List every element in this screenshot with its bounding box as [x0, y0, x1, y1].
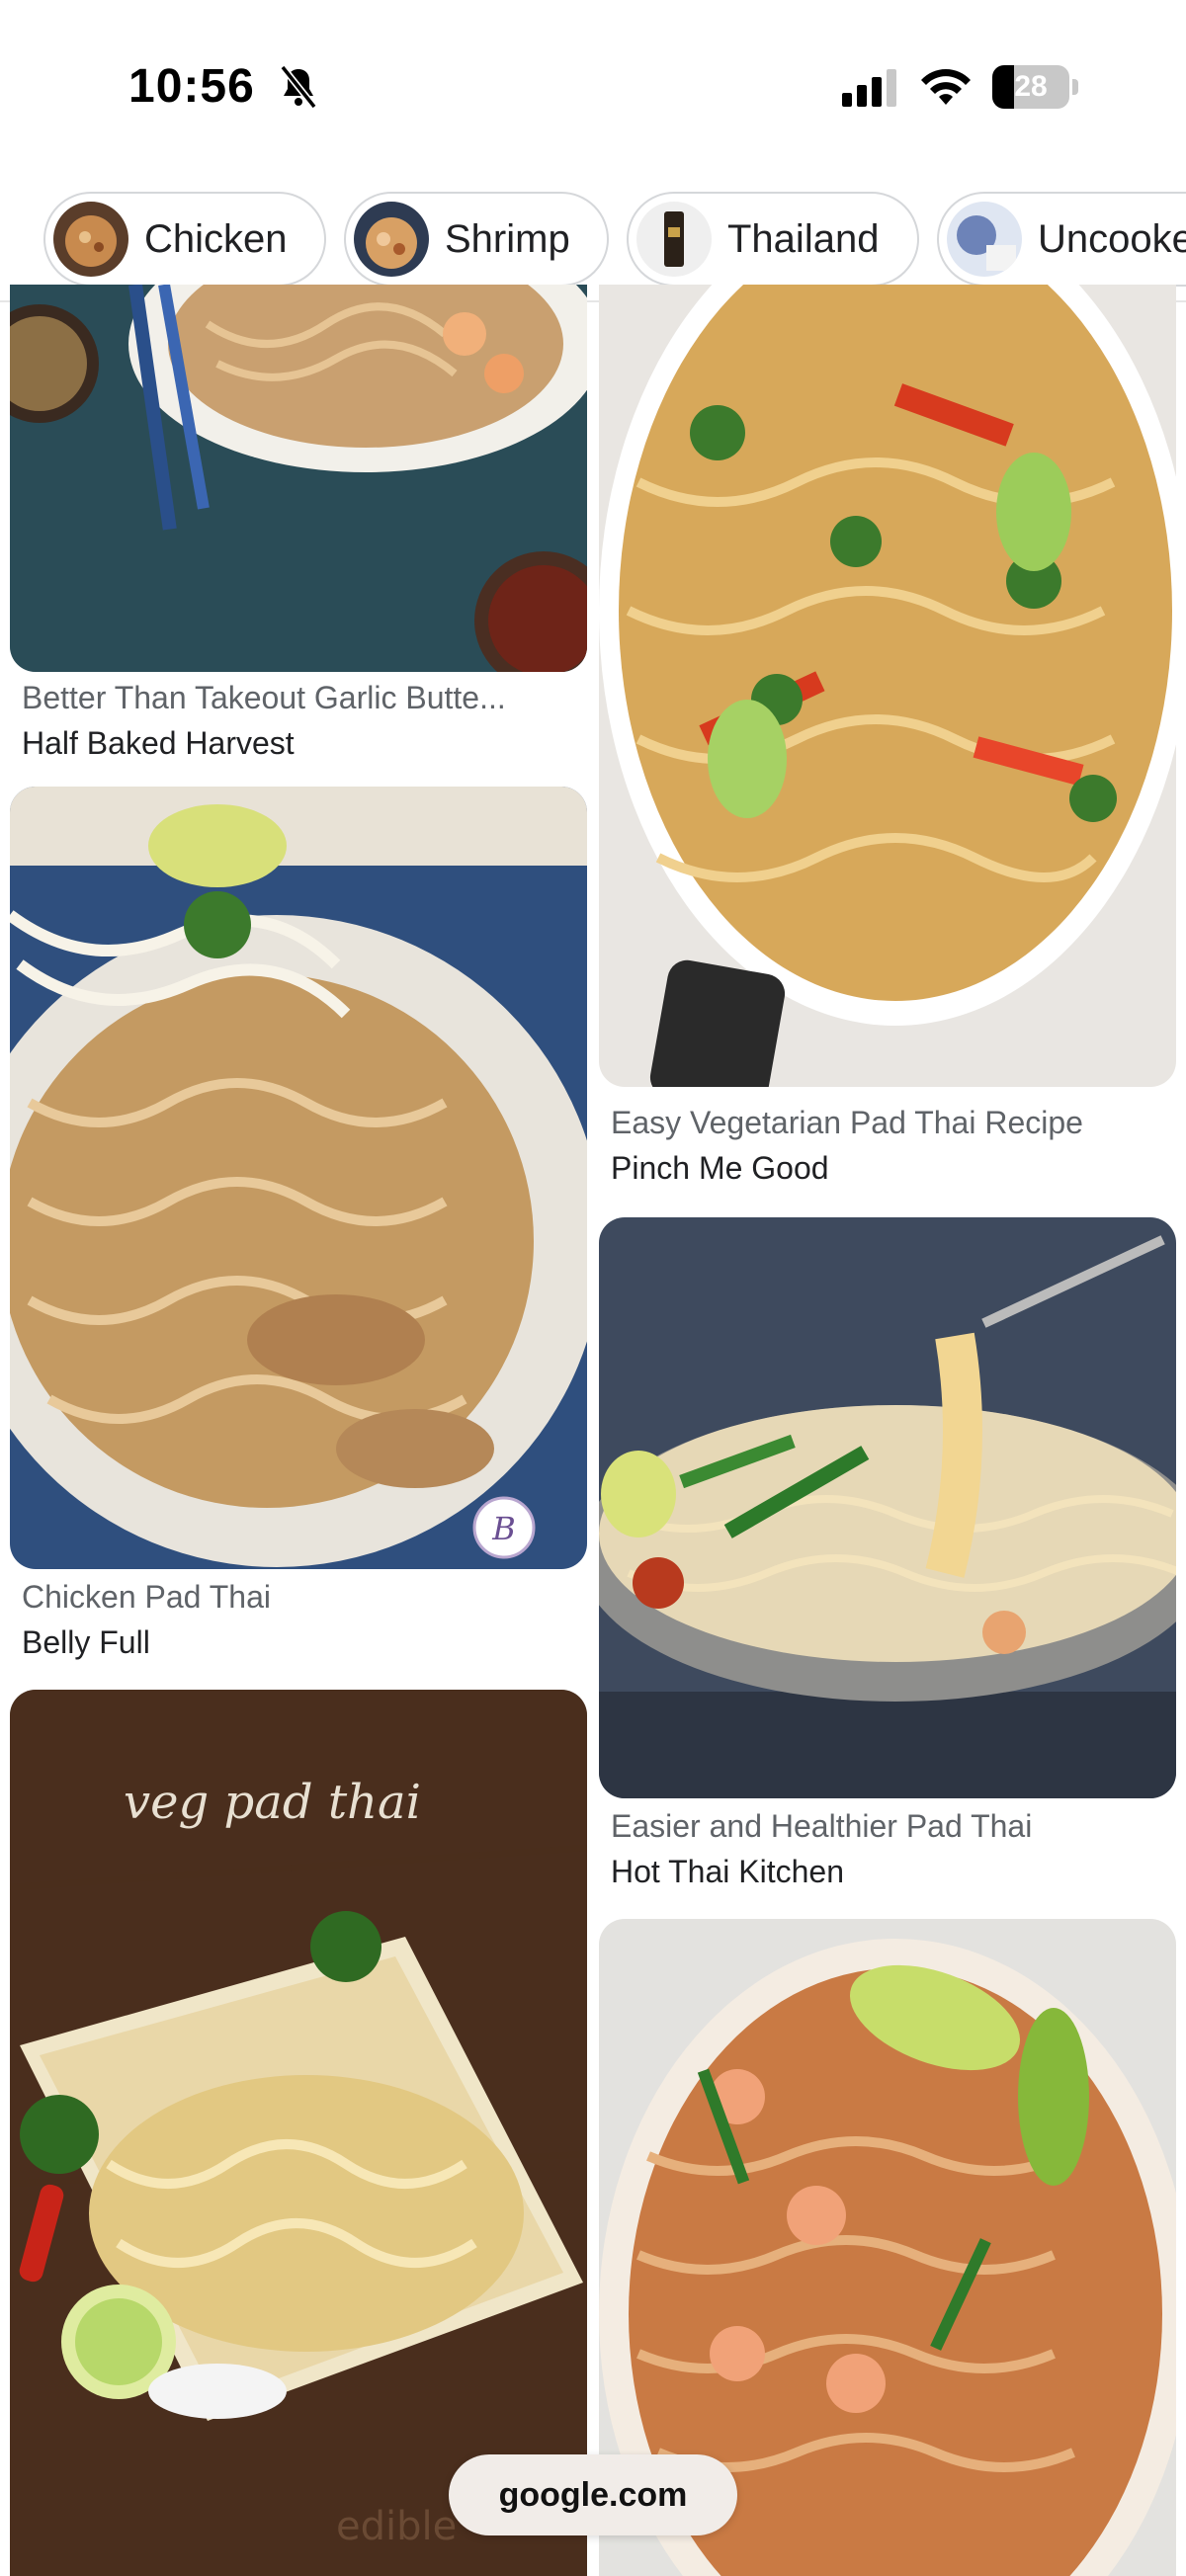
signal-icon — [842, 69, 896, 107]
chip-thumb-image — [354, 202, 429, 277]
result-source[interactable]: Pinch Me Good — [611, 1150, 829, 1187]
result-image[interactable]: B — [10, 787, 587, 1569]
result-card[interactable]: B Chicken Pad Thai Belly Full — [10, 787, 587, 1676]
battery-icon: 28 — [992, 65, 1079, 109]
chip-thumb-image — [53, 202, 128, 277]
result-image[interactable] — [599, 285, 1176, 1087]
watermark-badge: B — [491, 1510, 516, 1547]
status-time: 10:56 — [128, 60, 255, 113]
result-card[interactable]: Easier and Healthier Pad Thai Hot Thai K… — [599, 1217, 1176, 1909]
chip-thailand[interactable]: Thailand — [627, 192, 919, 287]
wifi-icon — [921, 69, 971, 105]
chip-chicken[interactable]: Chicken — [43, 192, 326, 287]
result-card[interactable]: Easy Vegetarian Pad Thai Recipe Pinch Me… — [599, 285, 1176, 1194]
result-image[interactable] — [599, 1217, 1176, 1798]
result-title[interactable]: Easier and Healthier Pad Thai — [611, 1808, 1174, 1845]
result-card[interactable]: Better Than Takeout Garlic Butte... Half… — [10, 285, 587, 769]
chip-thumb-image — [947, 202, 1022, 277]
image-watermark-text: edible — [336, 2504, 457, 2549]
chip-uncooked[interactable]: Uncooked — [937, 192, 1186, 287]
chip-label: Chicken — [144, 217, 288, 261]
result-image[interactable] — [10, 285, 587, 672]
result-title[interactable]: Easy Vegetarian Pad Thai Recipe — [611, 1105, 1174, 1141]
chip-thumb-image — [636, 202, 712, 277]
chip-shrimp[interactable]: Shrimp — [344, 192, 609, 287]
url-pill[interactable]: google.com — [449, 2454, 737, 2535]
result-image[interactable]: veg pad thai edible — [10, 1690, 587, 2576]
result-source[interactable]: Belly Full — [22, 1624, 150, 1661]
result-card[interactable]: veg pad thai edible — [10, 1690, 587, 2576]
chip-label: Uncooked — [1038, 217, 1186, 261]
bell-slash-icon — [280, 65, 317, 109]
chip-label: Shrimp — [445, 217, 570, 261]
image-caption-text: veg pad thai — [124, 1775, 421, 1830]
battery-level: 28 — [1014, 70, 1048, 103]
result-title[interactable]: Chicken Pad Thai — [22, 1579, 585, 1616]
chip-label: Thailand — [727, 217, 880, 261]
result-source[interactable]: Half Baked Harvest — [22, 725, 295, 762]
result-title[interactable]: Better Than Takeout Garlic Butte... — [22, 680, 585, 716]
result-source[interactable]: Hot Thai Kitchen — [611, 1854, 844, 1890]
status-bar: 10:56 28 — [0, 0, 1186, 168]
